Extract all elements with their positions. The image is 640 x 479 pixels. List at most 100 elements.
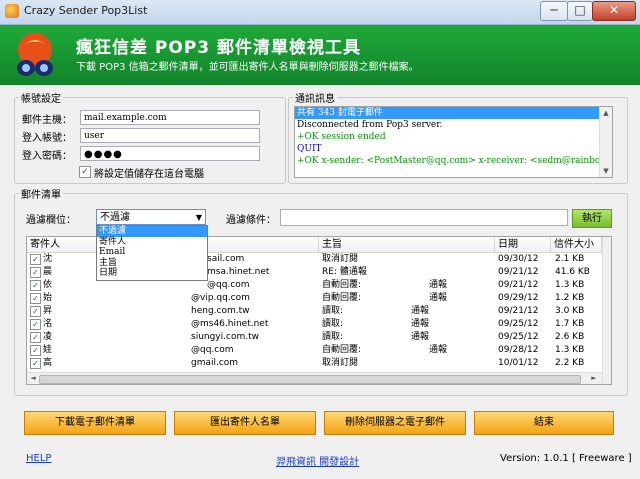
sender-cell: 洺: [43, 319, 53, 329]
title-bar: Crazy Sender Pop3List ─ □ ✕: [0, 0, 640, 25]
row-checkbox[interactable]: ✓: [30, 280, 41, 291]
subject-cell: RE: 體通報: [322, 267, 367, 277]
filter-field-label: 過濾欄位：: [26, 215, 76, 226]
row-checkbox[interactable]: ✓: [30, 319, 41, 330]
account-settings-legend: 帳號設定: [21, 94, 61, 105]
filter-option[interactable]: 寄件人: [97, 237, 207, 248]
table-row[interactable]: ✓ 昇 heng.com.tw 讀取: 通報 09/21/12 3.0 KB: [27, 305, 602, 318]
sender-cell: 始: [43, 293, 53, 303]
size-cell: 1.3 KB: [555, 280, 585, 290]
filter-option[interactable]: 主旨: [97, 258, 207, 269]
download-list-button[interactable]: 下載電子郵件清單: [24, 411, 166, 435]
filter-field-select[interactable]: 不過濾 ▼: [96, 209, 206, 225]
user-input[interactable]: user: [80, 128, 260, 143]
log-line[interactable]: Disconnected from Pop3 server.: [295, 119, 612, 131]
log-line[interactable]: QUIT: [295, 143, 612, 155]
subject-cell: 取消訂閱: [322, 254, 359, 264]
log-line[interactable]: +OK x-sender: <PostMaster@qq.com> x-rece…: [295, 155, 612, 167]
exit-button[interactable]: 結束: [474, 411, 614, 435]
window-title: Crazy Sender Pop3List: [24, 4, 148, 17]
date-cell: 09/30/12: [498, 254, 539, 264]
subject-cell: 自動回覆:: [322, 345, 362, 355]
filter-option[interactable]: Email: [97, 247, 207, 258]
size-cell: 2.1 KB: [555, 254, 585, 264]
row-checkbox[interactable]: ✓: [30, 267, 41, 278]
log-scrollbar[interactable]: ▲ ▼: [599, 107, 612, 177]
banner-title: 瘋狂信差 POP3 郵件清單檢視工具: [76, 38, 362, 58]
table-row[interactable]: ✓ 娃 @qq.com 自動回覆: 通報 09/28/12 1.3 KB: [27, 344, 602, 357]
date-cell: 09/21/12: [498, 280, 539, 290]
row-checkbox[interactable]: ✓: [30, 332, 41, 343]
close-button[interactable]: ✕: [592, 1, 636, 21]
date-cell: 09/25/12: [498, 319, 539, 329]
subject-cell: 讀取:: [322, 306, 344, 316]
table-row[interactable]: ✓ 洺 @ms46.hinet.net 讀取: 通報 09/25/12 1.7 …: [27, 318, 602, 331]
row-checkbox[interactable]: ✓: [30, 358, 41, 369]
email-cell: @qq.com: [207, 280, 250, 290]
table-vertical-scrollbar[interactable]: [602, 237, 611, 384]
email-cell: msa.hinet.net: [207, 267, 270, 277]
banner-subtitle: 下載 POP3 信箱之郵件清單，並可匯出寄件人名單與刪除伺服器之郵件檔案。: [76, 62, 419, 73]
date-cell: 09/21/12: [498, 306, 539, 316]
email-cell: @ms46.hinet.net: [191, 319, 269, 329]
table-row[interactable]: ✓ 始 @vip.qq.com 自動回覆: 通報 09/29/12 1.2 KB: [27, 292, 602, 305]
log-list[interactable]: 共有 343 封電子郵件 Disconnected from Pop3 serv…: [294, 106, 613, 178]
row-checkbox[interactable]: ✓: [30, 293, 41, 304]
subject-tail-cell: 通報: [429, 280, 448, 290]
password-label: 登入密碼：: [22, 151, 72, 162]
table-row[interactable]: ✓ 高 gmail.com 取消訂閱 10/01/12 2.2 KB: [27, 357, 602, 370]
remember-label: 將設定值儲存在這台電腦: [94, 169, 204, 180]
column-header-date[interactable]: 日期: [495, 237, 551, 252]
delete-server-mail-button[interactable]: 刪除伺服器之電子郵件: [324, 411, 466, 435]
host-input[interactable]: mail.example.com: [80, 110, 260, 125]
date-cell: 09/21/12: [498, 267, 539, 277]
size-cell: 1.2 KB: [555, 293, 585, 303]
row-checkbox[interactable]: ✓: [30, 345, 41, 356]
size-cell: 3.0 KB: [555, 306, 585, 316]
log-line[interactable]: 共有 343 封電子郵件: [295, 107, 612, 119]
filter-condition-input[interactable]: [280, 209, 568, 226]
filter-field-dropdown[interactable]: 不過濾 寄件人 Email 主旨 日期: [96, 225, 208, 281]
subject-cell: 自動回覆:: [322, 280, 362, 290]
row-checkbox[interactable]: ✓: [30, 306, 41, 317]
scroll-left-icon[interactable]: ◄: [28, 374, 38, 382]
filter-option[interactable]: 不過濾: [97, 226, 207, 237]
password-input[interactable]: ●●●●: [80, 146, 260, 161]
size-cell: 2.6 KB: [555, 332, 585, 342]
app-logo-icon: [17, 33, 53, 76]
size-cell: 2.2 KB: [555, 358, 585, 368]
scroll-thumb[interactable]: [39, 375, 581, 384]
execute-button[interactable]: 執行: [572, 209, 612, 228]
scroll-up-icon[interactable]: ▲: [600, 109, 612, 117]
app-icon: [5, 4, 19, 18]
developer-link[interactable]: 羿飛資訊 開發設計: [276, 453, 359, 468]
email-cell: @vip.qq.com: [191, 293, 250, 303]
subject-tail-cell: 通報: [429, 293, 448, 303]
email-cell: sail.com: [207, 254, 245, 264]
minimize-button[interactable]: ─: [540, 1, 568, 21]
chevron-down-icon[interactable]: ▼: [196, 210, 202, 226]
subject-tail-cell: 通報: [411, 332, 430, 342]
sender-cell: 凌: [43, 332, 53, 342]
log-line[interactable]: +OK session ended: [295, 131, 612, 143]
size-cell: 41.6 KB: [555, 267, 590, 277]
log-legend: 通訊訊息: [295, 94, 335, 105]
subject-cell: 讀取:: [322, 332, 344, 342]
row-checkbox[interactable]: ✓: [30, 254, 41, 265]
subject-cell: 讀取:: [322, 319, 344, 329]
column-header-subject[interactable]: 主旨: [319, 237, 495, 252]
filter-option[interactable]: 日期: [97, 268, 207, 279]
mail-list-legend: 郵件清單: [21, 190, 61, 201]
column-header-size[interactable]: 信件大小: [551, 237, 602, 252]
scroll-right-icon[interactable]: ►: [589, 374, 599, 382]
help-link[interactable]: HELP: [26, 453, 51, 464]
remember-checkbox[interactable]: ✓: [79, 166, 91, 178]
scroll-down-icon[interactable]: ▼: [600, 167, 612, 175]
table-horizontal-scrollbar[interactable]: ◄ ►: [27, 372, 602, 384]
maximize-button[interactable]: □: [567, 1, 593, 21]
date-cell: 09/25/12: [498, 332, 539, 342]
export-senders-button[interactable]: 匯出寄件人名單: [174, 411, 316, 435]
sender-cell: 昇: [43, 306, 53, 316]
sender-cell: 娃: [43, 345, 53, 355]
table-row[interactable]: ✓ 凌 siungyi.com.tw 讀取: 通報 09/25/12 2.6 K…: [27, 331, 602, 344]
